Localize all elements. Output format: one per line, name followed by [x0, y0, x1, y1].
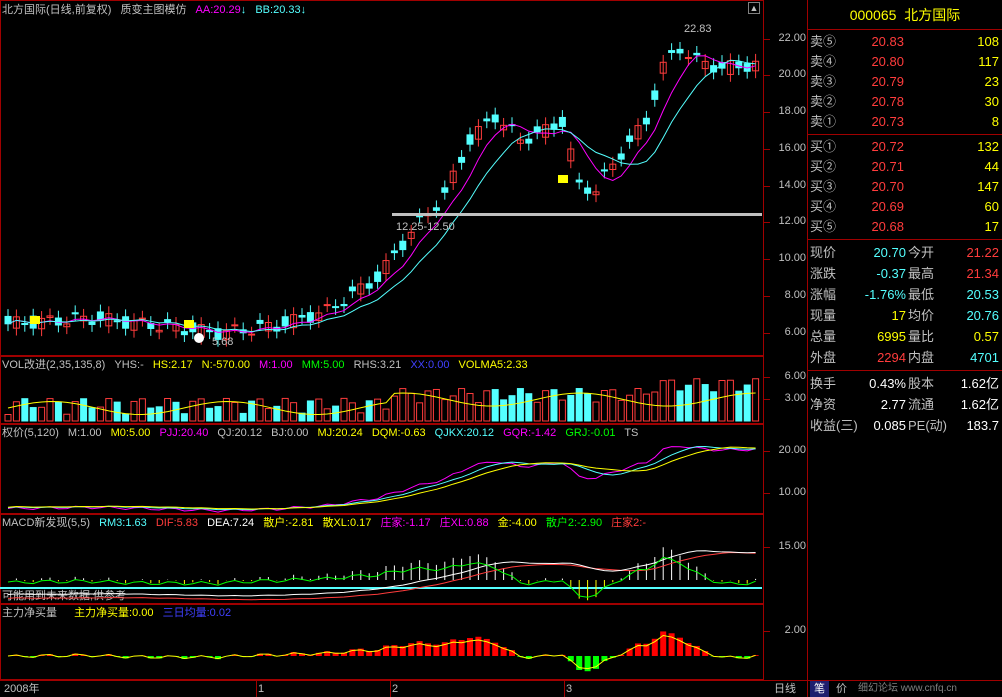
bid-row: 买② 20.71 44: [810, 159, 999, 174]
stat-row: 总量 6995 量比 0.57: [810, 329, 999, 344]
price-tick: 18.00: [778, 105, 806, 117]
stat-row: 现价 20.70 今开 21.22: [810, 245, 999, 260]
x-label-year: 2008年: [4, 683, 40, 695]
price-tick: 16.00: [778, 142, 806, 154]
bid-row: 买④ 20.69 60: [810, 199, 999, 214]
price-tick: 10.00: [778, 252, 806, 264]
stat2-row: 换手 0.43% 股本 1.62亿: [810, 376, 999, 391]
ask-row: 卖③ 20.79 23: [810, 74, 999, 89]
flow-tick: 2.00: [784, 624, 806, 636]
vol-tick: 3.00: [784, 392, 806, 404]
bid-row: 买① 20.72 132: [810, 139, 999, 154]
price-tick: 12.00: [778, 215, 806, 227]
price-tick: 14.00: [778, 179, 806, 191]
bid-row: 买⑤ 20.68 17: [810, 219, 999, 234]
stats-list: 现价 20.70 今开 21.22 涨跌 -0.37 最高 21.34 涨幅 -1.76% 最低…: [808, 242, 1002, 368]
flow-chart: [7, 631, 759, 672]
x-label-mar: 3: [566, 683, 573, 695]
quote-panel: 000065 北方国际 卖⑤ 20.83 108 卖④ 20.80 117 卖③ 20.7…: [807, 0, 1002, 697]
price-tick: 22.00: [778, 32, 806, 44]
macd-tick: 15.00: [778, 540, 806, 552]
vol-tick: 6.00: [784, 370, 806, 382]
price-tick: 20.00: [778, 68, 806, 80]
stat-row: 现量 17 均价 20.76: [810, 308, 999, 323]
stock-code: 000065: [849, 7, 897, 23]
ask-row: 卖① 20.73 8: [810, 114, 999, 129]
stat2-row: 收益(三) 0.085 PE(动) 183.7: [810, 418, 999, 433]
stat2-row: 净资 2.77 流通 1.62亿: [810, 397, 999, 412]
bid-row: 买③ 20.70 147: [810, 179, 999, 194]
ask-row: 卖④ 20.80 117: [810, 54, 999, 69]
stat-row: 外盘 2294 内盘 4701: [810, 350, 999, 365]
stock-name: 北方国际: [904, 7, 961, 23]
stock-title: 000065 北方国际: [808, 0, 1002, 30]
tab-day[interactable]: 日线: [770, 681, 800, 697]
qj-tick: 10.00: [778, 486, 806, 498]
ask-list: 卖⑤ 20.83 108 卖④ 20.80 117 卖③ 20.79 23 卖② 20.78 3…: [808, 30, 1002, 132]
ask-row: 卖⑤ 20.83 108: [810, 34, 999, 49]
x-label-jan: 1: [258, 683, 265, 695]
qj-tick: 20.00: [778, 444, 806, 456]
bid-list: 买① 20.72 132 买② 20.71 44 买③ 20.70 147 买④ 20.69 6…: [808, 137, 1002, 237]
price-tick: 6.00: [784, 326, 806, 338]
price-tick: 8.00: [784, 289, 806, 301]
ask-row: 卖② 20.78 30: [810, 94, 999, 109]
stat-row: 涨跌 -0.37 最高 21.34: [810, 266, 999, 281]
x-label-feb: 2: [392, 683, 399, 695]
stats2-list: 换手 0.43% 股本 1.62亿 净资 2.77 流通 1.62亿 收益(三) 0.085 P…: [808, 373, 1002, 436]
stat-row: 涨幅 -1.76% 最低 20.53: [810, 287, 999, 302]
